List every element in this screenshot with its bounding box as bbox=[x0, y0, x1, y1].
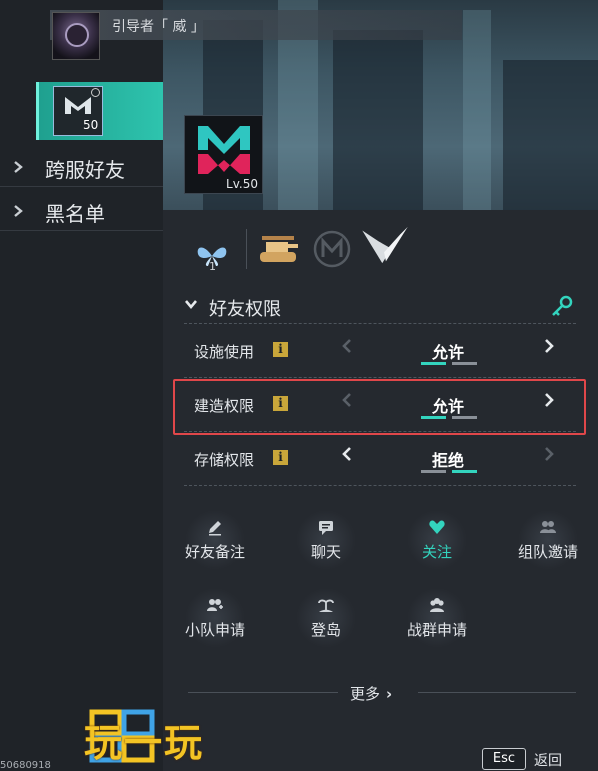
arrow-right-button[interactable] bbox=[543, 338, 555, 359]
team-invite-icon bbox=[540, 521, 556, 533]
group-apply-icon bbox=[430, 598, 444, 612]
more-label: 更多 bbox=[350, 685, 381, 703]
v-wing-emblem-icon[interactable] bbox=[358, 225, 412, 265]
divider bbox=[184, 323, 576, 324]
esc-key[interactable]: Esc bbox=[482, 748, 526, 770]
chevron-right-icon bbox=[12, 204, 26, 218]
divider bbox=[246, 229, 247, 269]
action-button[interactable]: 聊天 bbox=[281, 510, 371, 574]
action-button[interactable]: 小队申请 bbox=[170, 588, 260, 652]
avatar[interactable] bbox=[52, 12, 100, 60]
category-blacklist[interactable]: 黑名单 bbox=[0, 191, 163, 231]
action-label: 登岛 bbox=[310, 621, 341, 639]
chat-icon bbox=[319, 521, 333, 535]
category-label: 黑名单 bbox=[45, 202, 105, 226]
island-icon bbox=[318, 599, 334, 612]
permission-row: 存储权限 i 拒绝 bbox=[184, 439, 576, 479]
action-label: 小队申请 bbox=[184, 621, 245, 639]
profile-avatar[interactable]: Lv.50 bbox=[184, 115, 263, 194]
divider bbox=[188, 692, 338, 693]
chevron-right-icon bbox=[12, 160, 26, 174]
permission-name: 存储权限 bbox=[194, 451, 255, 469]
pencil-icon bbox=[209, 521, 221, 536]
action-label: 关注 bbox=[421, 543, 452, 561]
emblem-bar: 1 bbox=[190, 225, 430, 275]
back-label[interactable]: 返回 bbox=[534, 750, 562, 770]
friend-level: 50 bbox=[83, 118, 99, 132]
emblem-count: 1 bbox=[209, 260, 216, 273]
action-button[interactable]: 组队邀请 bbox=[503, 510, 593, 574]
m-logo-icon bbox=[198, 126, 250, 174]
action-button[interactable]: 战群申请 bbox=[392, 588, 482, 652]
info-icon[interactable]: i bbox=[273, 342, 288, 357]
divider bbox=[184, 377, 576, 378]
permission-value: 拒绝 bbox=[431, 451, 464, 470]
permission-name: 设施使用 bbox=[194, 343, 255, 361]
action-button[interactable]: 好友备注 bbox=[170, 510, 260, 574]
m-logo-icon bbox=[65, 97, 91, 114]
divider bbox=[184, 485, 576, 486]
tank-emblem-icon[interactable] bbox=[256, 229, 300, 269]
chevron-down-icon bbox=[184, 298, 198, 314]
value-indicator bbox=[421, 470, 477, 473]
chevron-right-icon: › bbox=[386, 685, 393, 703]
action-label: 聊天 bbox=[310, 543, 341, 561]
player-id: 50680918 bbox=[0, 760, 51, 771]
top-friend-name: 引导者「 威 」 bbox=[112, 19, 205, 35]
selected-friend-row[interactable]: 50 bbox=[36, 82, 163, 140]
category-cross-server-friends[interactable]: 跨服好友 bbox=[0, 147, 163, 187]
profile-level: Lv.50 bbox=[226, 177, 258, 191]
section-title: 好友权限 bbox=[209, 299, 281, 320]
permission-value: 允许 bbox=[431, 343, 464, 362]
m-circle-emblem-icon[interactable] bbox=[312, 229, 352, 269]
squad-apply-icon bbox=[207, 599, 223, 611]
arrow-right-button[interactable] bbox=[543, 446, 555, 467]
heart-icon bbox=[429, 520, 445, 534]
arrow-left-button[interactable] bbox=[341, 338, 353, 359]
action-label: 组队邀请 bbox=[517, 543, 578, 561]
value-indicator bbox=[421, 362, 477, 365]
arrow-left-button[interactable] bbox=[341, 446, 353, 467]
info-icon[interactable]: i bbox=[273, 450, 288, 465]
key-icon[interactable] bbox=[550, 294, 574, 318]
more-button[interactable]: 更多 › bbox=[350, 683, 392, 704]
permissions-header[interactable]: 好友权限 bbox=[184, 292, 576, 322]
watermark-text: 玩一玩 bbox=[84, 721, 205, 765]
action-button[interactable]: 登岛 bbox=[281, 588, 371, 652]
divider bbox=[418, 692, 576, 693]
status-badge bbox=[91, 88, 100, 97]
action-label: 好友备注 bbox=[184, 543, 245, 561]
highlight-box bbox=[173, 379, 586, 435]
permission-row: 设施使用 i 允许 bbox=[184, 331, 576, 371]
action-label: 战群申请 bbox=[406, 621, 467, 639]
action-button[interactable]: 关注 bbox=[392, 510, 482, 574]
category-label: 跨服好友 bbox=[45, 158, 125, 182]
